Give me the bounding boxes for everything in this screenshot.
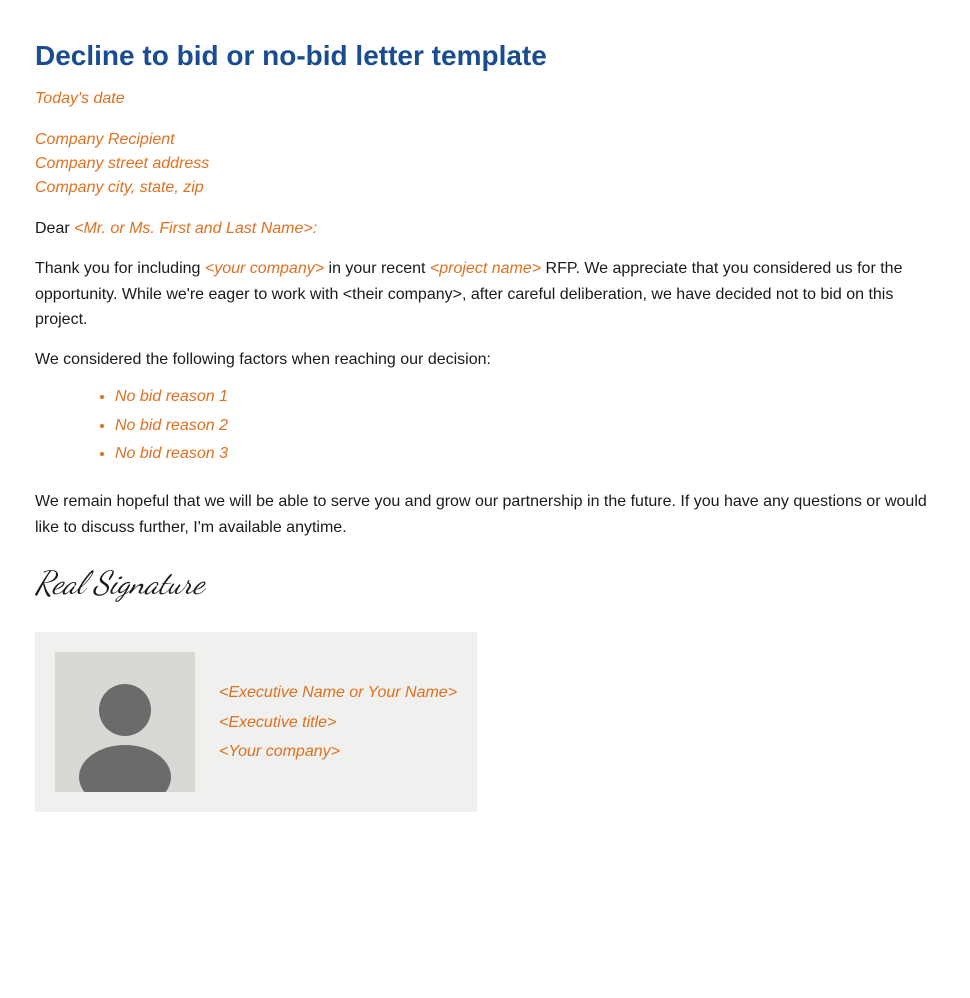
- executive-name: <Executive Name or Your Name>: [219, 680, 457, 706]
- factors-intro: We considered the following factors when…: [35, 351, 935, 369]
- your-company-placeholder: <your company>: [205, 260, 324, 277]
- contact-block: <Executive Name or Your Name> <Executive…: [35, 632, 477, 812]
- signature-block: Real Signature: [35, 564, 935, 602]
- reason-3: No bid reason 3: [115, 440, 935, 469]
- company-street: Company street address: [35, 152, 935, 176]
- intro-text-middle: in your recent: [324, 260, 430, 277]
- page-title: Decline to bid or no-bid letter template: [35, 40, 935, 72]
- name-placeholder: <Mr. or Ms. First and Last Name>:: [74, 220, 317, 237]
- contact-company: <Your company>: [219, 739, 457, 765]
- intro-text-before: Thank you for including: [35, 260, 205, 277]
- date-field: Today's date: [35, 90, 935, 108]
- salutation: Dear <Mr. or Ms. First and Last Name>:: [35, 220, 935, 238]
- dear-prefix: Dear: [35, 220, 74, 237]
- executive-title: <Executive title>: [219, 710, 457, 736]
- avatar-icon: [70, 672, 180, 792]
- avatar: [55, 652, 195, 792]
- signature: Real Signature: [35, 564, 204, 602]
- company-recipient: Company Recipient: [35, 128, 935, 152]
- project-name-placeholder: <project name>: [430, 260, 541, 277]
- reason-2: No bid reason 2: [115, 412, 935, 441]
- address-block: Company Recipient Company street address…: [35, 128, 935, 200]
- closing-paragraph: We remain hopeful that we will be able t…: [35, 489, 935, 540]
- reason-1: No bid reason 1: [115, 383, 935, 412]
- contact-info: <Executive Name or Your Name> <Executive…: [219, 680, 457, 765]
- reasons-list: No bid reason 1 No bid reason 2 No bid r…: [115, 383, 935, 469]
- intro-paragraph: Thank you for including <your company> i…: [35, 256, 935, 333]
- company-city-state-zip: Company city, state, zip: [35, 176, 935, 200]
